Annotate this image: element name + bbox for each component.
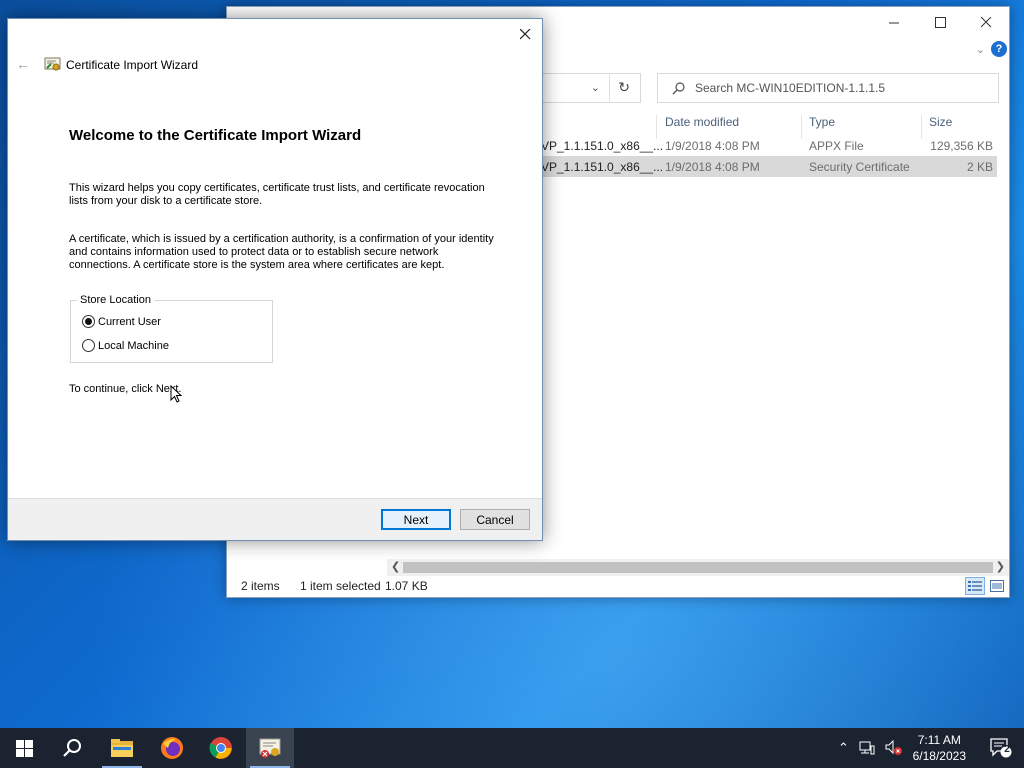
file-row[interactable]: VP_1.1.151.0_x86__... 1/9/2018 4:08 PM A… (539, 135, 997, 156)
certificate-import-wizard-dialog[interactable]: ← Certificate Import Wizard Welcome to t… (7, 18, 543, 541)
file-row-selected[interactable]: VP_1.1.151.0_x86__... 1/9/2018 4:08 PM S… (539, 156, 997, 177)
details-view-icon (968, 581, 982, 591)
ribbon-controls: ⌄ ? (976, 41, 1007, 57)
expand-ribbon-icon[interactable]: ⌄ (976, 43, 985, 56)
cancel-button[interactable]: Cancel (460, 509, 530, 530)
volume-muted-icon[interactable] (885, 740, 903, 756)
wizard-intro-paragraph: This wizard helps you copy certificates,… (69, 182, 509, 208)
file-size: 129,356 KB (930, 139, 993, 153)
file-type: Security Certificate (809, 160, 910, 174)
search-icon (672, 81, 685, 94)
minimize-icon (888, 22, 899, 24)
system-tray: ⌃ (838, 728, 903, 768)
maximize-icon (934, 17, 946, 28)
wizard-close-button[interactable] (508, 19, 542, 49)
store-location-label: Store Location (77, 294, 154, 306)
file-explorer-icon (111, 739, 133, 757)
status-selection-size: 1.07 KB (385, 579, 428, 593)
scroll-left-icon[interactable]: ❮ (391, 560, 400, 573)
address-bar[interactable]: ⌄ ↻ (541, 73, 641, 103)
certificate-icon (44, 57, 61, 71)
large-icons-view-button[interactable] (987, 577, 1007, 595)
file-date: 1/9/2018 4:08 PM (665, 139, 760, 153)
wizard-heading: Welcome to the Certificate Import Wizard (69, 127, 362, 144)
mouse-cursor-icon (170, 385, 182, 403)
start-icon (15, 739, 33, 757)
radio-button-checked[interactable] (82, 315, 95, 328)
show-hidden-icons-icon[interactable]: ⌃ (838, 740, 849, 756)
horizontal-scrollbar[interactable]: ❮ ❯ (387, 559, 1009, 576)
search-icon (63, 739, 81, 757)
paragraph-line: A certificate, which is issued by a cert… (69, 233, 494, 245)
address-dropdown-icon[interactable]: ⌄ (591, 81, 600, 94)
radio-current-user[interactable]: Current User (82, 315, 161, 328)
back-arrow-icon[interactable]: ← (16, 56, 30, 72)
maximize-button[interactable] (917, 7, 963, 38)
store-location-group: Store Location Current User Local Machin… (70, 294, 273, 363)
address-separator (609, 74, 610, 102)
radio-label: Local Machine (98, 339, 169, 352)
wizard-footer: Next Cancel (8, 498, 542, 540)
search-input[interactable]: Search MC-WIN10EDITION-1.1.1.5 (657, 73, 999, 103)
wizard-certificate-paragraph: A certificate, which is issued by a cert… (69, 233, 509, 272)
next-button[interactable]: Next (381, 509, 451, 530)
action-center-button[interactable]: 2 (990, 738, 1012, 761)
status-selection: 1 item selected (300, 579, 381, 593)
wizard-title: Certificate Import Wizard (66, 58, 199, 72)
paragraph-line: This wizard helps you copy certificates,… (69, 182, 485, 194)
close-icon (980, 17, 991, 28)
taskbar-clock[interactable]: 7:11 AM 6/18/2023 (913, 732, 966, 764)
chrome-icon (209, 737, 232, 759)
start-button[interactable] (0, 728, 48, 768)
radio-label: Current User (98, 315, 161, 328)
refresh-icon[interactable]: ↻ (618, 79, 630, 96)
help-icon[interactable]: ? (991, 41, 1007, 57)
column-headers: Date modified Type Size (656, 109, 997, 139)
minimize-button[interactable] (871, 7, 917, 38)
notification-count: 2 (1004, 744, 1010, 755)
paragraph-line: and contains information used to protect… (69, 246, 439, 258)
file-size: 2 KB (966, 160, 993, 174)
taskbar-certificate-wizard[interactable] (246, 728, 294, 768)
file-name: VP_1.1.151.0_x86__... (541, 139, 664, 153)
taskbar-search-button[interactable] (48, 728, 96, 768)
certificate-wizard-icon (259, 738, 281, 758)
close-icon (519, 28, 530, 39)
taskbar: ⌃ 7:11 AM 6/18/2023 2 (0, 728, 1024, 768)
taskbar-firefox[interactable] (148, 728, 196, 768)
details-view-button[interactable] (965, 577, 985, 595)
scrollbar-thumb[interactable] (403, 562, 993, 573)
file-date: 1/9/2018 4:08 PM (665, 160, 760, 174)
search-placeholder: Search MC-WIN10EDITION-1.1.1.5 (695, 81, 886, 95)
file-type: APPX File (809, 139, 864, 153)
column-type[interactable]: Type (809, 115, 835, 129)
status-bar: 2 items 1 item selected 1.07 KB (227, 575, 1009, 597)
radio-local-machine[interactable]: Local Machine (82, 339, 169, 352)
continue-instruction: To continue, click Next. (69, 383, 182, 395)
file-name: VP_1.1.151.0_x86__... (541, 160, 664, 174)
radio-button-unchecked[interactable] (82, 339, 95, 352)
taskbar-file-explorer[interactable] (98, 728, 146, 768)
paragraph-line: connections. A certificate store is the … (69, 259, 445, 271)
paragraph-line: lists from your disk to a certificate st… (69, 195, 263, 207)
taskbar-chrome[interactable] (197, 728, 245, 768)
network-icon[interactable] (859, 741, 875, 755)
column-size[interactable]: Size (929, 115, 952, 129)
clock-date: 6/18/2023 (912, 749, 966, 763)
scroll-right-icon[interactable]: ❯ (996, 560, 1005, 573)
firefox-icon (161, 737, 183, 759)
clock-time: 7:11 AM (917, 733, 961, 747)
close-button[interactable] (963, 7, 1009, 38)
column-date-modified[interactable]: Date modified (665, 115, 739, 129)
large-icons-view-icon (990, 580, 1004, 592)
status-item-count: 2 items (241, 579, 280, 593)
